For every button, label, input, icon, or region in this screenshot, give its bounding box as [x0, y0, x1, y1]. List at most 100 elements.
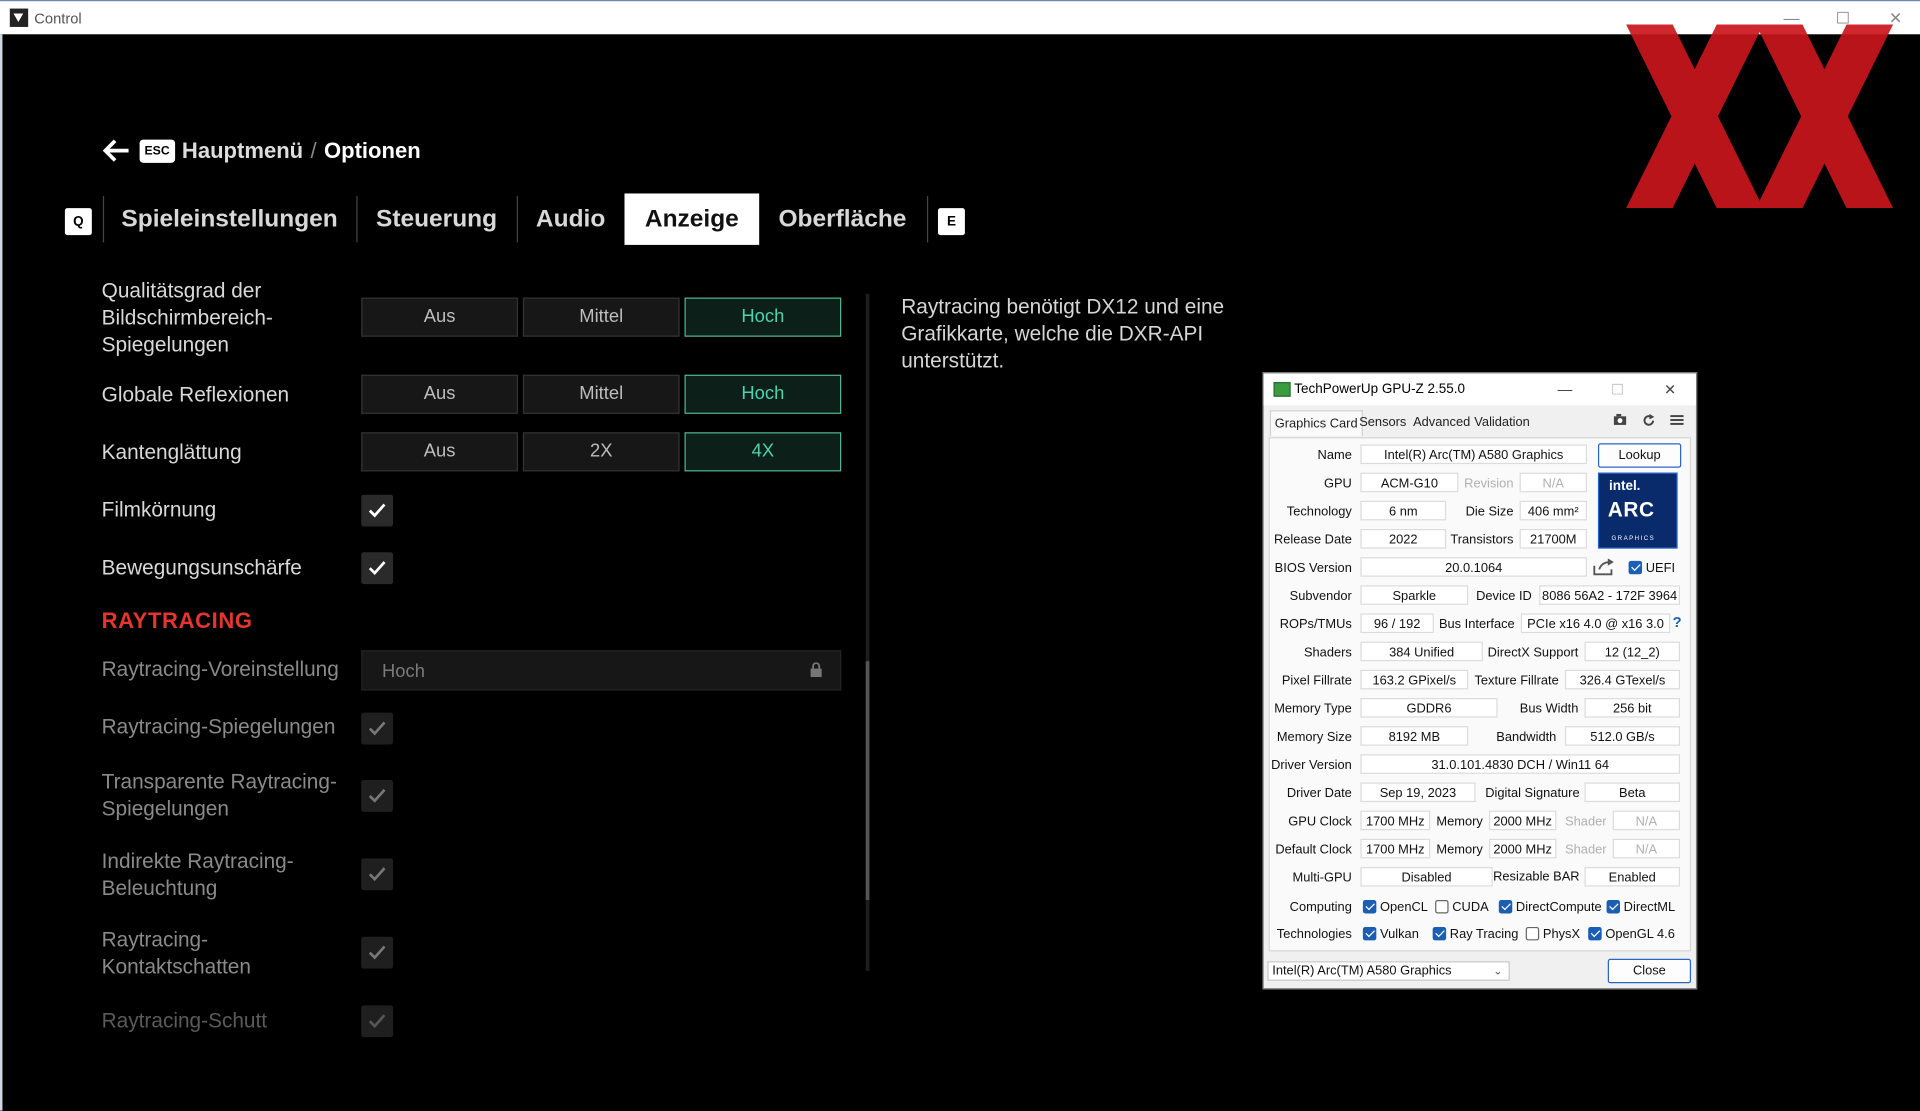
label-bus-width: Bus Width — [1519, 701, 1579, 717]
physx-label: PhysX — [1542, 926, 1581, 942]
tab-divider — [102, 195, 105, 243]
site-logo — [1626, 24, 1894, 209]
checkmark-icon — [368, 503, 386, 518]
setting-label-antialiasing: Kantenglättung — [101, 440, 242, 465]
label-memory-type: Memory Type — [1274, 701, 1352, 717]
label-driver-version: Driver Version — [1271, 757, 1352, 773]
gpu-selector-value: Intel(R) Arc(TM) A580 Graphics — [1272, 963, 1452, 979]
breadcrumb-main-menu[interactable]: Hauptmenü — [182, 138, 303, 164]
directml-checkbox — [1606, 900, 1621, 914]
label-name: Name — [1317, 448, 1352, 463]
label-resizable-bar: Resizable BAR — [1493, 869, 1580, 885]
setting-label-rt-indirect: Indirekte Raytracing-Beleuchtung — [101, 849, 294, 901]
gpuz-tab-validation[interactable]: Validation — [1474, 415, 1530, 430]
gpuz-tab-advanced[interactable]: Advanced — [1413, 415, 1470, 430]
tab-oberflaeche[interactable]: Oberfläche — [769, 193, 916, 244]
gpuz-app-icon — [1273, 382, 1291, 397]
bus-help-icon[interactable]: ? — [1673, 613, 1682, 630]
setting-label-motion-blur: Bewegungsunschärfe — [101, 555, 302, 580]
tab-audio[interactable]: Audio — [527, 193, 615, 244]
raytracing-checkbox — [1432, 926, 1447, 941]
rt-contact-checkbox — [361, 936, 394, 969]
label-transistors: Transistors — [1450, 532, 1514, 548]
field-transistors: 21700M — [1519, 528, 1587, 549]
gpu-selector-dropdown[interactable]: Intel(R) Arc(TM) A580 Graphics ⌄ — [1267, 961, 1510, 981]
field-multi-gpu: Disabled — [1360, 866, 1493, 887]
setting-label-rt-debris: Raytracing-Schutt — [101, 1008, 268, 1033]
tab-divider — [516, 195, 518, 243]
aa-option-2x[interactable]: 2X — [522, 432, 680, 472]
tab-divider — [926, 195, 929, 243]
raytracing-section-header: RAYTRACING — [101, 608, 253, 634]
field-revision: N/A — [1519, 472, 1587, 493]
gpuz-tab-graphics-card[interactable]: Graphics Card — [1269, 410, 1363, 436]
directcompute-label: DirectCompute — [1515, 900, 1602, 915]
rt-transparent-checkbox — [361, 780, 394, 812]
next-tab-key[interactable]: E — [937, 208, 965, 236]
esc-key[interactable]: ESC — [139, 138, 175, 163]
gpuz-close-button[interactable]: ✕ — [1656, 378, 1685, 400]
refresh-icon[interactable] — [1642, 413, 1655, 427]
settings-scrollbar-thumb[interactable] — [865, 661, 870, 901]
uefi-label: UEFI — [1645, 560, 1676, 576]
label-directx: DirectX Support — [1487, 645, 1579, 661]
field-driver-version: 31.0.101.4830 DCH / Win11 64 — [1360, 754, 1681, 774]
ssr-option-hoch[interactable]: Hoch — [684, 297, 842, 337]
global-option-aus[interactable]: Aus — [361, 374, 518, 414]
field-subvendor: Sparkle — [1360, 585, 1469, 605]
label-computing: Computing — [1289, 900, 1352, 915]
field-memory-type: GDDR6 — [1360, 697, 1498, 718]
global-option-mittel[interactable]: Mittel — [522, 374, 680, 414]
lookup-button[interactable]: Lookup — [1597, 443, 1682, 468]
ssr-option-aus[interactable]: Aus — [361, 297, 518, 337]
field-release-date: 2022 — [1360, 528, 1447, 549]
field-memory-size: 8192 MB — [1360, 726, 1469, 746]
field-default-clock: 1700 MHz — [1360, 838, 1431, 859]
global-option-hoch[interactable]: Hoch — [684, 374, 842, 414]
gpuz-minimize-button[interactable]: — — [1550, 378, 1579, 400]
field-technology: 6 nm — [1360, 500, 1447, 521]
checkmark-icon — [368, 721, 386, 736]
ssr-option-mittel[interactable]: Mittel — [522, 297, 680, 337]
gpuz-maximize-button[interactable]: ☐ — [1603, 378, 1632, 400]
aa-option-4x[interactable]: 4X — [684, 432, 842, 472]
field-driver-date: Sep 19, 2023 — [1360, 782, 1476, 803]
menu-icon[interactable] — [1670, 414, 1684, 426]
app-icon — [9, 8, 29, 27]
field-name: Intel(R) Arc(TM) A580 Graphics — [1360, 444, 1587, 465]
field-bandwidth: 512.0 GB/s — [1564, 726, 1681, 746]
gpuz-close-dialog-button[interactable]: Close — [1607, 958, 1692, 984]
directml-label: DirectML — [1623, 900, 1676, 915]
label-bios-version: BIOS Version — [1274, 560, 1352, 576]
directcompute-checkbox — [1498, 900, 1513, 914]
film-grain-checkbox[interactable] — [361, 494, 394, 527]
setting-label-rt-preset: Raytracing-Voreinstellung — [101, 657, 339, 681]
gpuz-tab-sensors[interactable]: Sensors — [1359, 415, 1406, 430]
tab-anzeige[interactable]: Anzeige — [624, 193, 760, 245]
vulkan-label: Vulkan — [1380, 926, 1419, 942]
share-icon[interactable] — [1592, 557, 1616, 577]
rt-preset-select: Hoch — [361, 650, 842, 691]
label-subvendor: Subvendor — [1289, 588, 1352, 604]
field-device-id: 8086 56A2 - 172F 3964 — [1539, 585, 1681, 605]
field-gpu-memory-clock: 2000 MHz — [1488, 810, 1557, 831]
tab-steuerung[interactable]: Steuerung — [365, 193, 508, 244]
back-arrow-icon[interactable] — [102, 138, 130, 162]
field-die-size: 406 mm² — [1519, 500, 1587, 521]
setting-label-global-reflections: Globale Reflexionen — [101, 383, 290, 407]
motion-blur-checkbox[interactable] — [361, 552, 394, 585]
label-gpu-shader-clock: Shader — [1565, 814, 1607, 829]
opencl-checkbox — [1362, 900, 1377, 914]
tab-spieleinstellungen[interactable]: Spieleinstellungen — [113, 193, 347, 244]
setting-label-rt-reflections: Raytracing-Spiegelungen — [101, 715, 336, 739]
field-bus-interface: PCIe x16 4.0 @ x16 3.0 — [1520, 613, 1671, 634]
label-bandwidth: Bandwidth — [1496, 729, 1557, 745]
prev-tab-key[interactable]: Q — [64, 208, 92, 236]
aa-option-aus[interactable]: Aus — [361, 432, 518, 472]
label-gpu-clock: GPU Clock — [1288, 814, 1352, 829]
camera-icon[interactable] — [1613, 413, 1628, 426]
lock-icon — [810, 662, 822, 678]
gpuz-tabs: Graphics Card Sensors Advanced Validatio… — [1264, 410, 1696, 437]
window-title: Control — [34, 9, 82, 27]
field-texture-fillrate: 326.4 GTexel/s — [1564, 669, 1681, 690]
